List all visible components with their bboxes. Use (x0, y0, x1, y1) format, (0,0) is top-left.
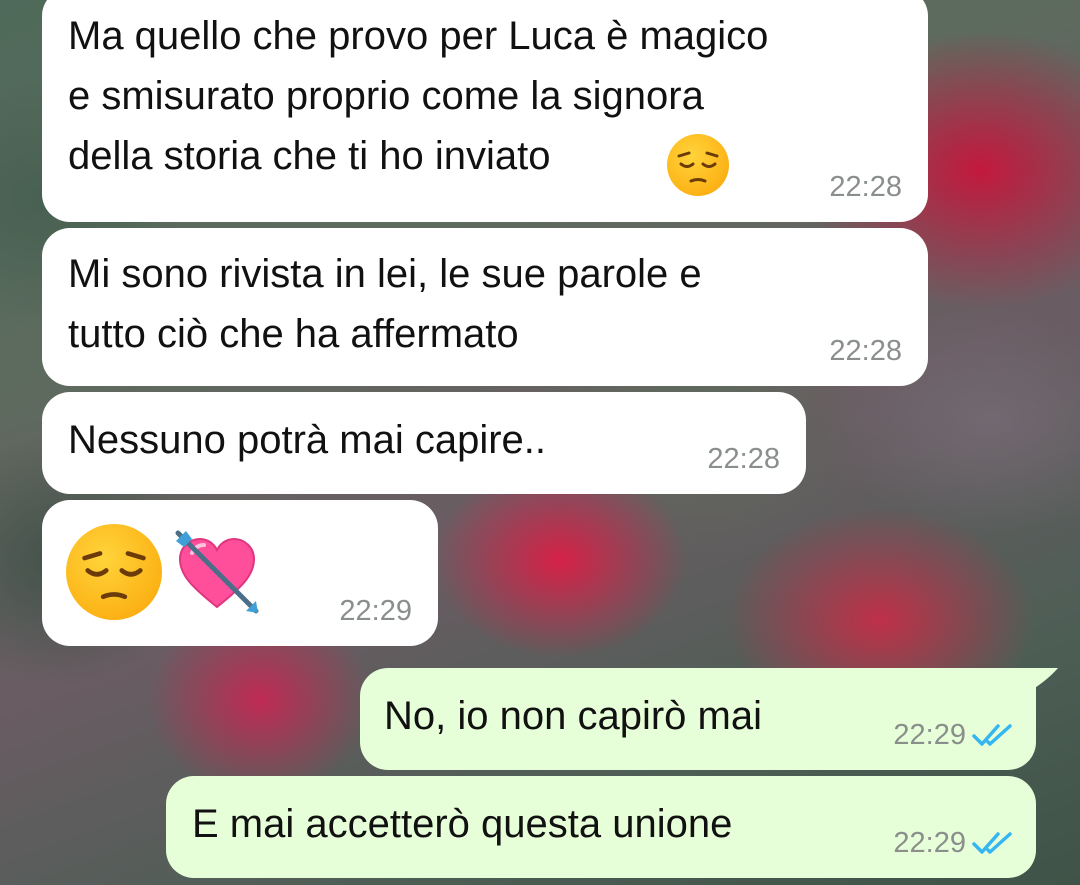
message-bubble-incoming[interactable]: Mi sono rivista in lei, le sue parole e … (42, 228, 928, 386)
double-check-read-icon (972, 832, 1012, 854)
bubble-tail (1020, 668, 1058, 696)
message-timestamp: 22:28 (829, 171, 902, 203)
message-timestamp: 22:28 (829, 335, 902, 367)
message-timestamp: 22:29 (893, 827, 966, 859)
pensive-face-icon (66, 524, 162, 620)
heart-with-arrow-icon (172, 527, 262, 617)
message-bubble-incoming[interactable]: Nessuno potrà mai capire.. 22:28 (42, 392, 806, 494)
message-timestamp: 22:28 (707, 443, 780, 475)
message-bubble-incoming[interactable]: 22:29 (42, 500, 438, 646)
message-text: Ma quello che provo per Luca è magico e … (68, 14, 769, 178)
chat-background: Ma quello che provo per Luca è magico e … (0, 0, 1080, 885)
message-timestamp: 22:29 (339, 595, 412, 627)
message-text: Mi sono rivista in lei, le sue parole e … (68, 252, 702, 356)
message-bubble-outgoing[interactable]: No, io non capirò mai 22:29 (360, 668, 1036, 770)
message-text: E mai accetterò questa unione (192, 802, 733, 846)
double-check-read-icon (972, 724, 1012, 746)
pensive-face-icon (667, 134, 729, 196)
message-bubble-outgoing[interactable]: E mai accetterò questa unione 22:29 (166, 776, 1036, 878)
message-timestamp: 22:29 (893, 719, 966, 751)
message-text: Nessuno potrà mai capire.. (68, 418, 547, 462)
message-bubble-incoming[interactable]: Ma quello che provo per Luca è magico e … (42, 0, 928, 222)
